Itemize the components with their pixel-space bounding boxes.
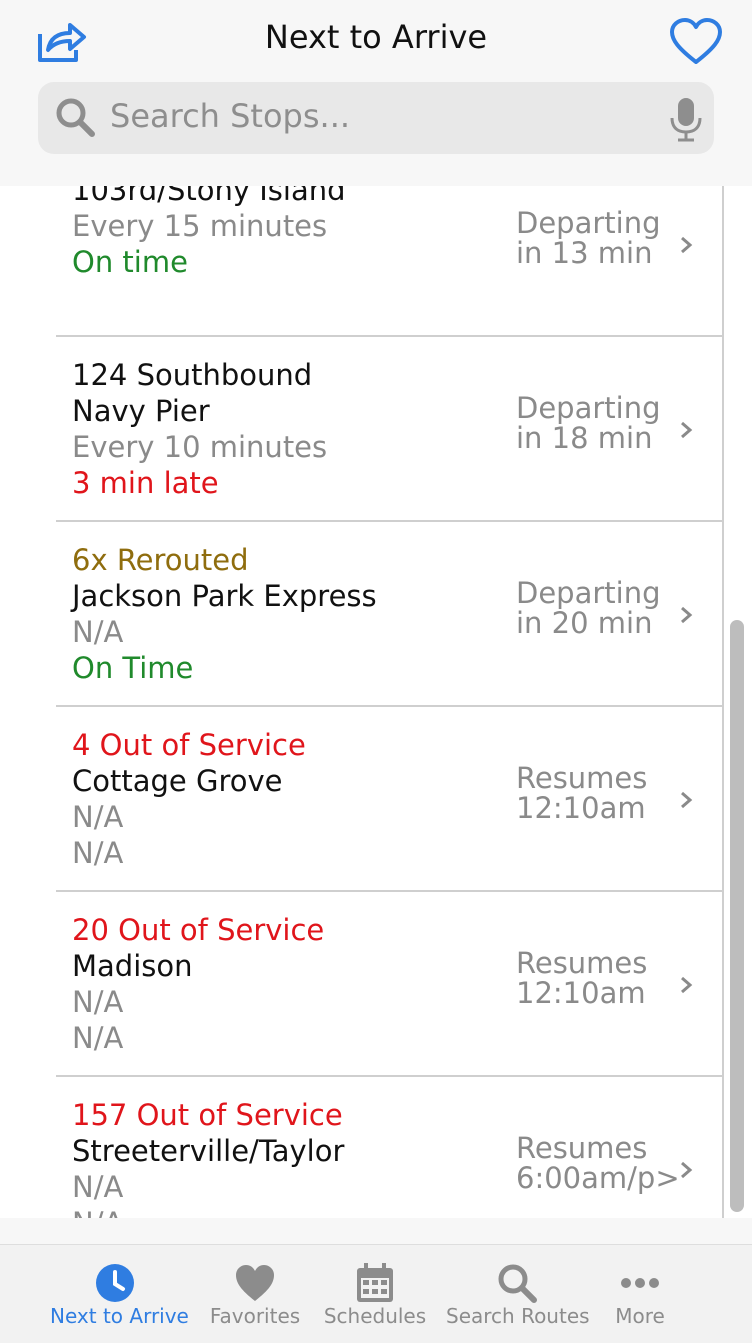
frequency: Every 15 minutes	[72, 209, 328, 243]
search-bar[interactable]: Search Stops...	[38, 82, 714, 154]
frequency: Every 10 minutes	[72, 430, 328, 464]
arrival-label: Resumes	[516, 1131, 648, 1165]
route-name: 4 Out of Service	[72, 728, 306, 762]
chevron-right-icon	[681, 606, 693, 624]
arrival-label: Departing	[516, 391, 661, 425]
arrivals-list[interactable]: 103rd/Stony Island Every 15 minutes On t…	[0, 186, 752, 1218]
chevron-right-icon	[681, 791, 693, 809]
page-title: Next to Arrive	[264, 18, 488, 56]
frequency: N/A	[72, 615, 124, 649]
chevron-right-icon	[681, 236, 693, 254]
chevron-right-icon	[681, 1161, 693, 1179]
frequency: N/A	[72, 1170, 124, 1204]
list-item[interactable]: 6x Rerouted Jackson Park Express N/A On …	[56, 522, 724, 707]
chevron-right-icon	[681, 421, 693, 439]
search-icon	[56, 98, 95, 137]
tab-label: Next to Arrive	[50, 1304, 189, 1328]
header: Next to Arrive Search Stops...	[0, 0, 752, 186]
search-input[interactable]: Search Stops...	[110, 97, 350, 135]
heart-icon[interactable]	[668, 18, 724, 66]
clock-icon	[96, 1264, 134, 1302]
arrival-label: Resumes	[516, 946, 648, 980]
list-item[interactable]: 4 Out of Service Cottage Grove N/A N/A R…	[56, 707, 724, 892]
arrival-label: Resumes	[516, 761, 648, 795]
status: N/A	[72, 1021, 124, 1055]
search-icon	[498, 1264, 537, 1303]
list-item[interactable]: 20 Out of Service Madison N/A N/A Resume…	[56, 892, 724, 1077]
status: On time	[72, 245, 188, 279]
arrival-time: 6:00am/p>	[516, 1161, 680, 1195]
chevron-right-icon	[681, 976, 693, 994]
arrival-time: 12:10am	[516, 791, 646, 825]
tab-next-to-arrive[interactable]: Next to Arrive	[50, 1245, 189, 1343]
list-item[interactable]: 103rd/Stony Island Every 15 minutes On t…	[56, 186, 724, 337]
arrival-label: Departing	[516, 576, 661, 610]
arrival-label: Departing	[516, 206, 661, 240]
frequency: N/A	[72, 985, 124, 1019]
arrival-time: in 13 min	[516, 236, 653, 270]
tab-label: More	[615, 1304, 665, 1328]
status: N/A	[72, 1205, 344, 1218]
destination: Jackson Park Express	[72, 579, 377, 613]
tab-label: Favorites	[209, 1304, 301, 1328]
list-item[interactable]: 157 Out of Service Streeterville/Taylor …	[56, 1077, 724, 1218]
route-name: 6x Rerouted	[72, 543, 249, 577]
list-item[interactable]: 124 Southbound Navy Pier Every 10 minute…	[56, 337, 724, 522]
status: 3 min late	[72, 466, 219, 500]
destination: Madison	[72, 949, 193, 983]
microphone-icon[interactable]	[666, 96, 706, 142]
route-name: 124 Southbound	[72, 358, 313, 392]
tab-more[interactable]: More	[600, 1245, 680, 1343]
tab-search-routes[interactable]: Search Routes	[446, 1245, 590, 1343]
route-name: 157 Out of Service	[72, 1098, 343, 1132]
arrival-time: in 18 min	[516, 421, 653, 455]
tab-label: Search Routes	[446, 1304, 590, 1328]
route-name: 103rd/Stony Island	[72, 186, 346, 207]
status: N/A	[72, 836, 124, 870]
status: On Time	[72, 651, 194, 685]
destination: Streeterville/Taylor	[72, 1134, 345, 1168]
destination: Cottage Grove	[72, 764, 283, 798]
more-icon	[621, 1278, 659, 1288]
frequency: N/A	[72, 800, 124, 834]
tab-bar: Next to Arrive Favorites Schedules Searc…	[0, 1244, 752, 1343]
heart-icon	[236, 1265, 274, 1301]
arrival-time: in 20 min	[516, 606, 653, 640]
tab-schedules[interactable]: Schedules	[322, 1245, 428, 1343]
calendar-icon	[357, 1263, 393, 1302]
tab-label: Schedules	[323, 1304, 427, 1328]
route-name: 20 Out of Service	[72, 913, 325, 947]
scrollbar[interactable]	[730, 620, 744, 1212]
arrival-time: 12:10am	[516, 976, 646, 1010]
destination: Navy Pier	[72, 394, 210, 428]
tab-favorites[interactable]: Favorites	[200, 1245, 310, 1343]
